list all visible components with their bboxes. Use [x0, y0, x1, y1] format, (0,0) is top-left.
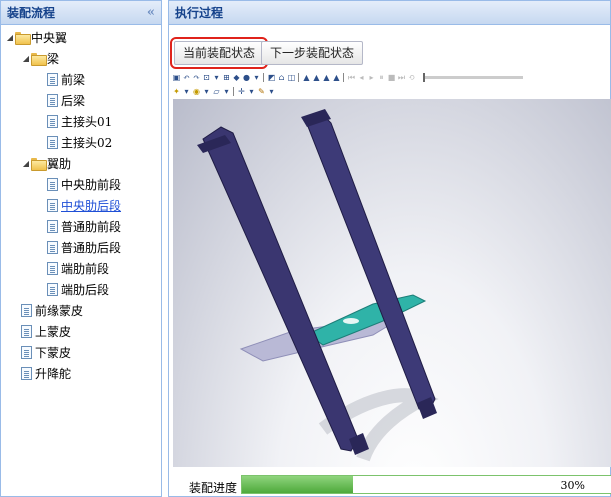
dropdown-icon[interactable]: ▾ — [182, 87, 191, 96]
tree-leaf[interactable]: 升降舵 — [1, 363, 161, 384]
loop-icon[interactable]: ⟲ — [407, 73, 416, 82]
info-icon[interactable]: ● — [242, 73, 251, 82]
panel-title: 装配流程 — [7, 6, 56, 20]
dropdown-icon[interactable]: ▾ — [202, 87, 211, 96]
viewer-toolbar: ▣ ↶ ↷ ⊡ ▾ ⊞ ◆ ● ▾ ◩ ⌂ ◫ ▲ ▲ ▲ ▲ ⏮ ◂ ▸ ⏸ … — [172, 71, 610, 99]
current-state-button[interactable]: 当前装配状态 — [169, 37, 269, 69]
progress-row: 装配进度 30% — [169, 473, 611, 497]
tree-node-root[interactable]: ◢ 中央翼 — [1, 27, 161, 48]
cube-icon[interactable]: ◫ — [287, 73, 296, 82]
first-frame-icon[interactable]: ⏮ — [347, 73, 356, 82]
tree-leaf[interactable]: 端肋后段 — [1, 279, 161, 300]
section-icon[interactable]: ◆ — [232, 73, 241, 82]
grid-icon[interactable]: ⊞ — [222, 73, 231, 82]
light-icon[interactable]: ✦ — [172, 87, 181, 96]
progress-fill — [242, 476, 353, 493]
material-icon[interactable]: ▱ — [212, 87, 221, 96]
tree-leaf[interactable]: 前缘蒙皮 — [1, 300, 161, 321]
explode-icon[interactable]: ▲ — [312, 73, 321, 82]
next-step-button[interactable]: 下一步装配状态 — [261, 41, 364, 65]
separator — [298, 73, 300, 82]
move-icon[interactable]: ✛ — [237, 87, 246, 96]
tree-node-yilei[interactable]: ◢ 翼肋 — [1, 153, 161, 174]
pause-icon[interactable]: ⏸ — [377, 73, 386, 82]
tree-leaf[interactable]: 上蒙皮 — [1, 321, 161, 342]
execution-header: 执行过程 — [169, 1, 610, 25]
assembly-progress-bar: 30% — [241, 475, 611, 494]
document-icon — [21, 367, 32, 380]
progress-percent: 30% — [560, 479, 585, 492]
animation-slider[interactable] — [423, 73, 523, 82]
separator — [343, 73, 345, 82]
stop-icon[interactable]: ■ — [387, 73, 396, 82]
document-icon — [21, 325, 32, 338]
tree-node-liang[interactable]: ◢ 梁 — [1, 48, 161, 69]
prev-frame-icon[interactable]: ◂ — [357, 73, 366, 82]
document-icon — [47, 283, 58, 296]
document-icon — [21, 304, 32, 317]
folder-open-icon — [31, 158, 47, 171]
home-icon[interactable]: ⌂ — [277, 73, 286, 82]
fit-icon[interactable]: ⊡ — [202, 73, 211, 82]
render-icon[interactable]: ◉ — [192, 87, 201, 96]
tree-leaf[interactable]: 主接头02 — [1, 132, 161, 153]
undo-icon[interactable]: ↶ — [182, 73, 191, 82]
expand-arrow-icon[interactable]: ◢ — [21, 159, 31, 168]
document-icon — [47, 220, 58, 233]
panel-title: 执行过程 — [175, 6, 224, 20]
document-icon — [47, 178, 58, 191]
dropdown-icon[interactable]: ▾ — [222, 87, 231, 96]
expand-arrow-icon[interactable]: ◢ — [5, 33, 15, 42]
dropdown-icon[interactable]: ▾ — [212, 73, 221, 82]
last-frame-icon[interactable]: ⏭ — [397, 73, 406, 82]
3d-viewport[interactable] — [173, 99, 611, 467]
document-icon — [47, 241, 58, 254]
explode-icon[interactable]: ▲ — [302, 73, 311, 82]
folder-open-icon — [15, 32, 31, 45]
separator — [233, 87, 235, 96]
select-icon[interactable]: ▣ — [172, 73, 181, 82]
folder-open-icon — [31, 53, 47, 66]
document-icon — [47, 199, 58, 212]
dropdown-icon[interactable]: ▾ — [247, 87, 256, 96]
rib-hole — [343, 318, 359, 324]
paint-icon[interactable]: ✎ — [257, 87, 266, 96]
tree-leaf[interactable]: 前梁 — [1, 69, 161, 90]
assembly-flow-header: 装配流程 « — [1, 1, 161, 25]
expand-arrow-icon[interactable]: ◢ — [21, 54, 31, 63]
redo-icon[interactable]: ↷ — [192, 73, 201, 82]
tree-leaf[interactable]: 后梁 — [1, 90, 161, 111]
play-icon[interactable]: ▸ — [367, 73, 376, 82]
progress-label: 装配进度 — [189, 481, 238, 495]
document-icon — [47, 73, 58, 86]
assembly-tree: ◢ 中央翼 ◢ 梁 前梁 后梁 主接头01 主接头02 ◢ 翼肋 中央肋前段 中… — [1, 25, 161, 384]
explode-icon[interactable]: ▲ — [332, 73, 341, 82]
document-icon — [21, 346, 32, 359]
assembly-flow-panel: 装配流程 « ◢ 中央翼 ◢ 梁 前梁 后梁 主接头01 主接头02 ◢ 翼肋 … — [0, 0, 162, 497]
tree-leaf[interactable]: 普通肋后段 — [1, 237, 161, 258]
tree-leaf[interactable]: 普通肋前段 — [1, 216, 161, 237]
document-icon — [47, 136, 58, 149]
document-icon — [47, 262, 58, 275]
explode-icon[interactable]: ▲ — [322, 73, 331, 82]
tree-leaf[interactable]: 主接头01 — [1, 111, 161, 132]
separator — [263, 73, 265, 82]
document-icon — [47, 94, 58, 107]
dropdown-icon[interactable]: ▾ — [267, 87, 276, 96]
execution-panel: 执行过程 当前装配状态 下一步装配状态 ▣ ↶ ↷ ⊡ ▾ ⊞ ◆ ● ▾ ◩ … — [168, 0, 611, 497]
double-chevron-left-icon[interactable]: « — [147, 6, 155, 19]
tree-leaf[interactable]: 中央肋前段 — [1, 174, 161, 195]
tree-leaf[interactable]: 端肋前段 — [1, 258, 161, 279]
document-icon — [47, 115, 58, 128]
tree-leaf-selected[interactable]: 中央肋后段 — [1, 195, 161, 216]
tree-leaf[interactable]: 下蒙皮 — [1, 342, 161, 363]
wing-model-render — [197, 109, 439, 462]
dropdown-icon[interactable]: ▾ — [252, 73, 261, 82]
view-icon[interactable]: ◩ — [267, 73, 276, 82]
